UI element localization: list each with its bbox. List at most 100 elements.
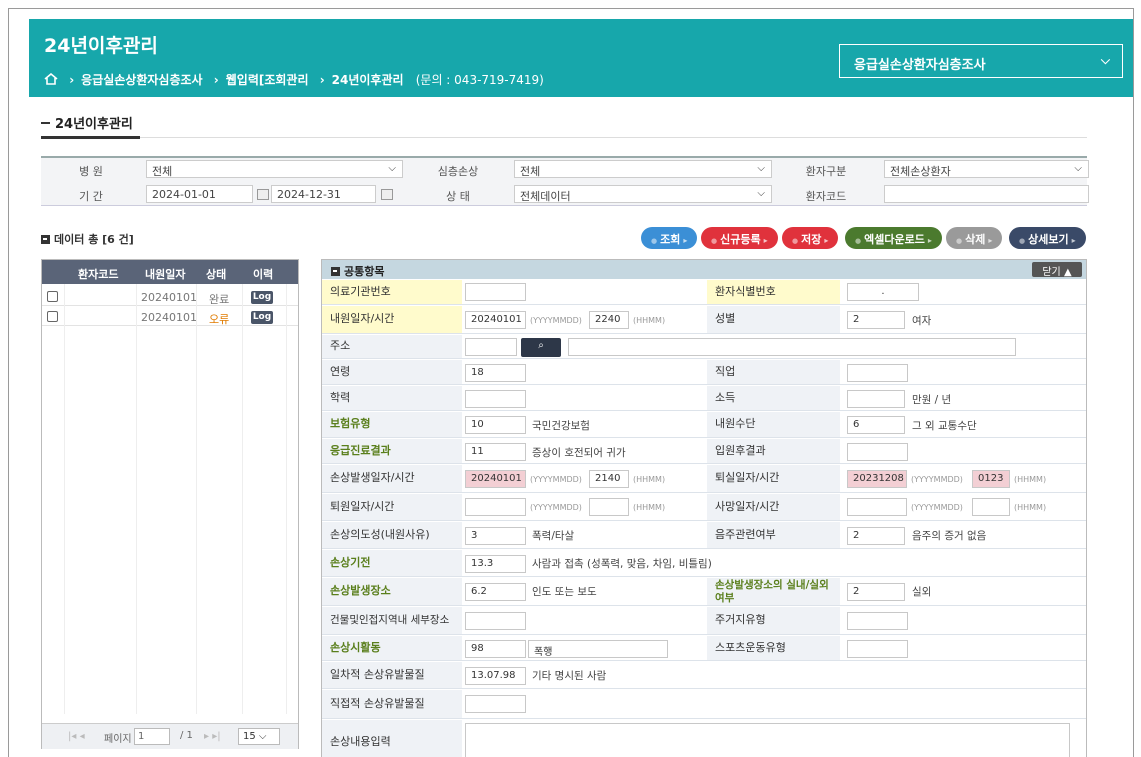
search-button-label: 조회	[660, 233, 681, 246]
field-label: 일차적 손상유발물질	[322, 662, 462, 688]
breadcrumb-item[interactable]: 24년이후관리	[332, 73, 404, 87]
delete-button[interactable]: ● 삭제 ▸	[946, 227, 1003, 249]
job-input[interactable]	[847, 364, 908, 382]
calendar-icon[interactable]	[381, 189, 393, 200]
page-title: 24년이후관리	[44, 35, 158, 57]
insurance-input[interactable]: 10	[465, 416, 526, 434]
address-input[interactable]	[568, 338, 1016, 356]
death-date-input[interactable]	[847, 498, 907, 516]
intent-text: 폭력/타살	[532, 530, 575, 542]
discharge-date-input[interactable]: 20231208	[847, 470, 907, 488]
zipcode-input[interactable]	[465, 338, 517, 356]
arrival-input[interactable]: 6	[847, 416, 905, 434]
field-label: 건물및인접지역내 세부장소	[322, 607, 462, 634]
field-label: 손상내용입력	[322, 720, 462, 757]
leave-time-input[interactable]	[589, 498, 629, 516]
app-frame: 24년이후관리 › 응급실손상환자심층조사 › 웹입력[조회관리 › 24년이후관리 …	[8, 8, 1134, 757]
place-input[interactable]: 6.2	[465, 583, 526, 601]
inout-input[interactable]: 2	[847, 583, 905, 601]
er-result-input[interactable]: 11	[465, 443, 526, 461]
new-button[interactable]: ● 신규등록 ▸	[701, 227, 778, 249]
discharge-time-input[interactable]: 0123	[972, 470, 1010, 488]
form-row: 내원일자/시간 20240101 (YYYYMMDD) 2240 (HHMM) …	[322, 306, 1086, 334]
time-format-hint: (HHMM)	[633, 503, 666, 512]
row-checkbox[interactable]	[47, 291, 58, 302]
ptype-select[interactable]: 전체손상환자 ⌵	[884, 160, 1089, 178]
first-page-icon[interactable]: |◂ ◂	[68, 731, 85, 742]
next-page-icon[interactable]: ▸ ▸|	[204, 731, 221, 742]
system-select-value: 응급실손상환자심층조사	[854, 58, 986, 73]
pid-input[interactable]: .	[847, 283, 919, 301]
table-row[interactable]: 20240101 오류 Log	[42, 308, 298, 326]
close-button[interactable]: 닫기 ▲	[1032, 262, 1082, 278]
income-unit: 만원 / 년	[912, 394, 952, 406]
home-icon[interactable]	[44, 73, 58, 85]
activity-text-input[interactable]: 폭행	[528, 640, 668, 658]
log-button[interactable]: Log	[251, 311, 273, 324]
death-time-input[interactable]	[972, 498, 1010, 516]
direct-obj-input[interactable]	[465, 695, 526, 713]
income-input[interactable]	[847, 390, 905, 408]
column-header[interactable]: 환자코드	[78, 266, 118, 282]
search-filter: 병 원 전체 ⌵ 심층손상 전체 ⌵ 환자구분 전체손상환자 ⌵ 기 간 2024-0…	[41, 156, 1089, 206]
date-from-input[interactable]: 2024-01-01	[146, 185, 253, 203]
intent-input[interactable]: 3	[465, 527, 526, 545]
building-input[interactable]	[465, 612, 526, 630]
leave-date-input[interactable]	[465, 498, 526, 516]
table-row[interactable]: 20240101 완료 Log	[42, 288, 298, 306]
calendar-icon[interactable]	[257, 189, 269, 200]
adm-result-input[interactable]	[847, 443, 908, 461]
visit-time-input[interactable]: 2240	[589, 311, 629, 329]
org-no-input[interactable]	[465, 283, 526, 301]
residence-input[interactable]	[847, 612, 908, 630]
excel-download-button[interactable]: ● 엑셀다운로드 ▸	[845, 227, 942, 249]
edu-input[interactable]	[465, 390, 526, 408]
search-icon[interactable]: ⌕	[521, 338, 561, 357]
status-select[interactable]: 전체데이터 ⌵	[514, 185, 772, 203]
column-header[interactable]: 내원일자	[145, 266, 185, 282]
save-button[interactable]: ● 저장 ▸	[782, 227, 839, 249]
chevron-down-icon: ⌵	[757, 188, 765, 199]
column-header[interactable]: 이력	[253, 266, 273, 282]
field-label: 학력	[322, 386, 462, 410]
field-label: 의료기관번호	[322, 280, 462, 304]
narrative-textarea[interactable]	[465, 723, 1070, 757]
field-label: 음주관련여부	[707, 522, 840, 548]
sex-input[interactable]: 2	[847, 311, 905, 329]
deep-select[interactable]: 전체 ⌵	[514, 160, 772, 178]
field-label: 퇴원일자/시간	[322, 494, 462, 520]
form-row: 의료기관번호 환자식별번호 .	[322, 280, 1086, 305]
pcode-label: 환자코드	[805, 190, 847, 203]
form-row: 학력 소득 만원 / 년	[322, 386, 1086, 411]
system-select[interactable]: 응급실손상환자심층조사 ⌵	[839, 44, 1123, 78]
row-checkbox[interactable]	[47, 311, 58, 322]
age-input[interactable]: 18	[465, 364, 526, 382]
page-input[interactable]: 1	[134, 728, 170, 745]
page-size-select[interactable]: 15 ⌵	[238, 728, 280, 745]
detail-view-button[interactable]: ● 상세보기 ▸	[1009, 227, 1086, 249]
sport-input[interactable]	[847, 640, 908, 658]
breadcrumb-item[interactable]: 응급실손상환자심층조사	[81, 73, 202, 87]
place-text: 인도 또는 보도	[532, 586, 597, 598]
injury-date-input[interactable]: 20240101	[465, 470, 526, 488]
form-row: 손상시활동 98 폭행 스포츠운동유형	[322, 636, 1086, 661]
column-divider	[136, 284, 137, 714]
column-header[interactable]: 상태	[206, 266, 226, 282]
alcohol-input[interactable]: 2	[847, 527, 905, 545]
search-button[interactable]: ● 조회 ▸	[641, 227, 698, 249]
mechanism-input[interactable]: 13.3	[465, 555, 526, 573]
activity-input[interactable]: 98	[465, 640, 526, 658]
chevron-down-icon: ⌵	[388, 163, 396, 174]
log-button[interactable]: Log	[251, 291, 273, 304]
pcode-input[interactable]	[884, 185, 1089, 203]
delete-button-label: 삭제	[965, 233, 986, 246]
breadcrumb-item[interactable]: 웹입력[조회관리	[226, 73, 309, 87]
time-format-hint: (HHMM)	[1014, 475, 1047, 484]
visit-date-input[interactable]: 20240101	[465, 311, 526, 329]
hospital-select[interactable]: 전체 ⌵	[146, 160, 403, 178]
primary-obj-input[interactable]: 13.07.98	[465, 667, 526, 685]
date-to-input[interactable]: 2024-12-31	[271, 185, 376, 203]
injury-time-input[interactable]: 2140	[589, 470, 629, 488]
field-label: 손상기전	[322, 550, 462, 576]
arrival-text: 그 외 교통수단	[912, 420, 977, 432]
